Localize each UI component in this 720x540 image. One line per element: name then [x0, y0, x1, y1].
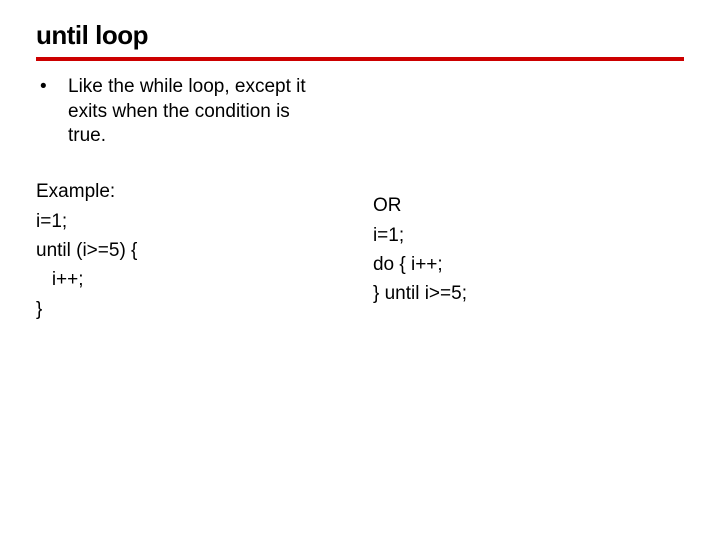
example-columns: Example: i=1; until (i>=5) { i++; } OR i…: [36, 177, 684, 324]
bullet-mark: •: [40, 75, 68, 149]
code-block-until: Example: i=1; until (i>=5) { i++; }: [36, 177, 373, 324]
code-block-do-until: OR i=1; do { i++; } until i>=5;: [373, 191, 684, 309]
example-right: OR i=1; do { i++; } until i>=5;: [373, 177, 684, 324]
example-left: Example: i=1; until (i>=5) { i++; }: [36, 177, 373, 324]
slide-title: until loop: [36, 20, 684, 51]
bullet-item: • Like the while loop, except it exits w…: [40, 75, 684, 149]
slide: until loop • Like the while loop, except…: [0, 0, 720, 324]
title-underline: [36, 57, 684, 61]
slide-body: • Like the while loop, except it exits w…: [36, 75, 684, 324]
bullet-text: Like the while loop, except it exits whe…: [68, 75, 328, 149]
